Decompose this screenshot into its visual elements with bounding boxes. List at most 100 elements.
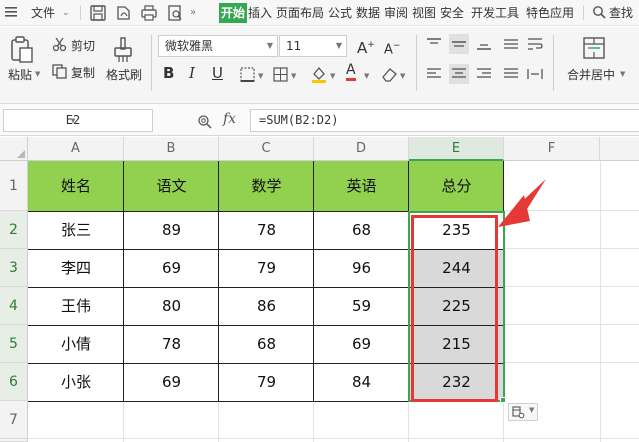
decrease-font-icon[interactable]: A− [384, 37, 400, 59]
table-cell[interactable]: 86 [219, 287, 314, 325]
merge-center-button[interactable]: 合并居中 [567, 66, 615, 83]
text-direction-icon[interactable] [503, 37, 519, 51]
table-header-cell[interactable]: 总分 [409, 161, 504, 211]
cell-style-dropdown-icon[interactable]: ▼ [291, 72, 296, 80]
menu-file[interactable]: 文件 [31, 0, 55, 26]
row-header-2[interactable]: 2 [0, 211, 28, 249]
paste-button[interactable]: 粘贴 [8, 66, 32, 83]
formula-input[interactable]: =SUM(B2:D2) [250, 109, 639, 132]
clear-format-icon[interactable] [381, 66, 398, 82]
tab-insert[interactable]: 插入 [248, 0, 272, 26]
tab-data[interactable]: 数据 [356, 0, 380, 26]
row-header-7[interactable]: 7 [0, 401, 28, 439]
table-cell[interactable]: 李四 [28, 249, 124, 287]
save-icon[interactable] [89, 4, 107, 22]
tab-view[interactable]: 视图 [412, 0, 436, 26]
paste-icon[interactable] [9, 36, 35, 64]
more-tools-icon[interactable]: » [190, 0, 196, 26]
align-left-icon[interactable] [426, 67, 442, 81]
merge-dropdown-icon[interactable]: ▼ [620, 70, 625, 78]
table-cell[interactable]: 张三 [28, 211, 124, 249]
cut-button[interactable]: 剪切 [71, 37, 95, 54]
menu-icon[interactable] [4, 5, 18, 19]
table-cell[interactable]: 59 [314, 287, 409, 325]
font-size-dropdown-icon[interactable]: ▼ [336, 36, 342, 56]
select-all-corner[interactable] [0, 137, 28, 161]
export-pdf-icon[interactable] [115, 4, 133, 22]
print-icon[interactable] [140, 4, 158, 22]
fill-handle[interactable] [500, 397, 506, 403]
distribute-icon[interactable] [527, 67, 543, 81]
search-icon[interactable] [592, 5, 606, 19]
row-header-6[interactable]: 6 [0, 363, 28, 401]
border-dropdown-icon[interactable]: ▼ [258, 72, 263, 80]
fx-icon[interactable]: fx [223, 111, 236, 127]
table-cell[interactable]: 78 [124, 325, 219, 363]
copy-button[interactable]: 复制 [71, 64, 95, 81]
column-header-g[interactable] [600, 137, 639, 161]
tab-review[interactable]: 审阅 [384, 0, 408, 26]
table-cell[interactable]: 王伟 [28, 287, 124, 325]
table-cell[interactable]: 68 [314, 211, 409, 249]
align-right-icon[interactable] [476, 67, 492, 81]
align-center-icon[interactable] [449, 64, 469, 84]
fill-color-dropdown-icon[interactable]: ▼ [330, 72, 335, 80]
underline-icon[interactable]: U [212, 64, 223, 82]
column-header-d[interactable]: D [314, 137, 409, 161]
table-header-cell[interactable]: 英语 [314, 161, 409, 211]
table-cell[interactable]: 89 [124, 211, 219, 249]
table-header-cell[interactable]: 数学 [219, 161, 314, 211]
clear-format-dropdown-icon[interactable]: ▼ [400, 72, 405, 80]
file-dropdown-icon[interactable]: ⌄ [62, 0, 70, 26]
column-header-c[interactable]: C [219, 137, 314, 161]
wrap-text-icon[interactable] [527, 37, 543, 51]
table-cell[interactable]: 79 [219, 249, 314, 287]
font-size-select[interactable]: 11 ▼ [279, 35, 347, 57]
search-label[interactable]: 查找 [609, 0, 633, 26]
paste-dropdown-icon[interactable]: ▼ [35, 70, 40, 78]
table-cell[interactable]: 69 [314, 325, 409, 363]
cut-icon[interactable] [52, 37, 67, 52]
column-header-a[interactable]: A [28, 137, 124, 161]
justify-icon[interactable] [503, 67, 519, 81]
format-painter-icon[interactable] [112, 36, 134, 64]
row-header-1[interactable]: 1 [0, 161, 28, 211]
table-header-cell[interactable]: 语文 [124, 161, 219, 211]
tab-formulas[interactable]: 公式 [328, 0, 352, 26]
fill-color-icon[interactable] [310, 65, 328, 83]
table-cell[interactable]: 69 [124, 363, 219, 401]
column-header-b[interactable]: B [124, 137, 219, 161]
italic-icon[interactable]: I [189, 64, 195, 82]
table-header-cell[interactable]: 姓名 [28, 161, 124, 211]
copy-icon[interactable] [52, 64, 67, 79]
table-cell[interactable]: 小倩 [28, 325, 124, 363]
align-top-icon[interactable] [426, 37, 442, 51]
table-cell[interactable]: 69 [124, 249, 219, 287]
font-name-select[interactable]: 微软雅黑 ▼ [158, 35, 278, 57]
tab-page-layout[interactable]: 页面布局 [276, 0, 324, 26]
font-color-dropdown-icon[interactable]: ▼ [364, 72, 369, 80]
tab-security[interactable]: 安全 [440, 0, 464, 26]
column-header-e[interactable]: E [409, 137, 504, 161]
merge-center-icon[interactable] [582, 36, 606, 60]
tab-developer[interactable]: 开发工具 [471, 0, 519, 26]
font-name-dropdown-icon[interactable]: ▼ [267, 36, 273, 56]
table-cell[interactable]: 84 [314, 363, 409, 401]
row-header-3[interactable]: 3 [0, 249, 28, 287]
tab-special[interactable]: 特色应用 [526, 0, 574, 26]
column-header-f[interactable]: F [504, 137, 600, 161]
row-header-4[interactable]: 4 [0, 287, 28, 325]
tab-home[interactable]: 开始 [219, 3, 248, 23]
name-box-dropdown-icon[interactable]: ▼ [4, 110, 142, 131]
font-color-icon[interactable]: A [346, 63, 356, 81]
align-bottom-icon[interactable] [476, 37, 492, 51]
print-preview-icon[interactable] [166, 4, 184, 22]
cell-style-icon[interactable] [273, 67, 288, 82]
bold-icon[interactable]: B [163, 64, 174, 82]
table-cell[interactable]: 96 [314, 249, 409, 287]
border-icon[interactable] [240, 67, 255, 82]
quick-analysis-button[interactable]: ▼ [508, 403, 538, 421]
name-box[interactable]: E2 ▼ [3, 109, 153, 132]
format-painter-button[interactable]: 格式刷 [106, 66, 142, 83]
table-cell[interactable]: 小张 [28, 363, 124, 401]
